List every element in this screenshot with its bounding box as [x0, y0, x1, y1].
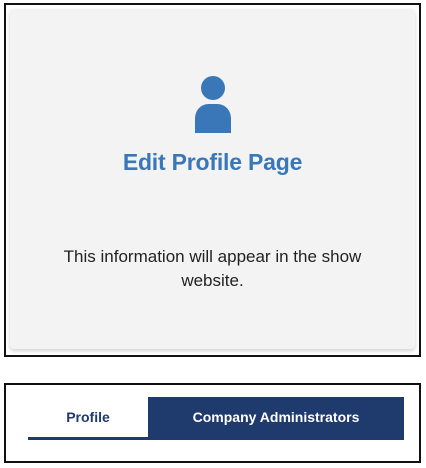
tab-company-administrators[interactable]: Company Administrators: [148, 397, 404, 437]
tabs-frame: Profile Company Administrators: [4, 383, 421, 463]
user-profile-icon: [194, 76, 231, 133]
tab-profile[interactable]: Profile: [28, 397, 148, 437]
edit-profile-card-frame: Edit Profile Page This information will …: [4, 3, 421, 357]
card-title: Edit Profile Page: [122, 149, 303, 175]
tabs-underline: [28, 437, 404, 440]
edit-profile-card[interactable]: Edit Profile Page This information will …: [10, 9, 415, 349]
card-description: This information will appear in the show…: [63, 247, 362, 290]
page: Edit Profile Page This information will …: [0, 0, 426, 468]
